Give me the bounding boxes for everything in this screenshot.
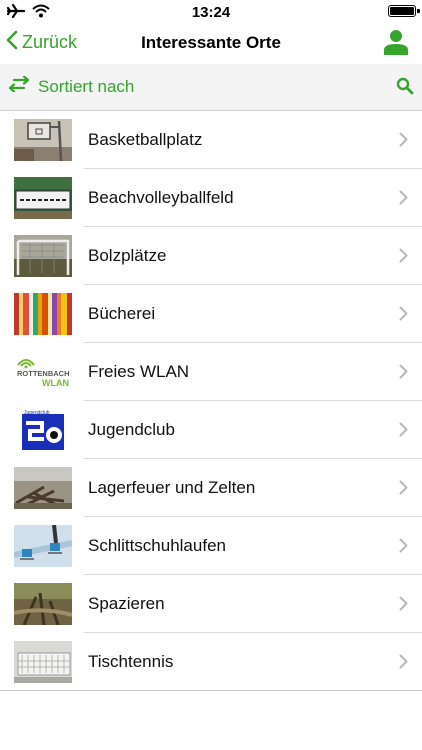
list-item[interactable]: Tischtennis <box>0 633 422 691</box>
list-item-label: Spazieren <box>88 594 165 613</box>
status-icons-left <box>6 3 50 23</box>
svg-text:ROTTENBACH: ROTTENBACH <box>17 369 70 378</box>
sort-bar: Sortiert nach <box>0 64 422 111</box>
chevron-right-icon <box>399 364 408 384</box>
list-item-label: Bücherei <box>88 304 156 323</box>
wlan-logo-thumbnail: ROTTENBACH WLAN <box>14 351 72 393</box>
chevron-right-icon <box>399 132 408 152</box>
beach-volleyball-thumbnail <box>14 177 72 219</box>
page-title: Interessante Orte <box>141 33 281 52</box>
ice-skating-thumbnail <box>14 525 72 567</box>
list-item-label: Basketballplatz <box>88 130 203 149</box>
chevron-right-icon <box>399 248 408 268</box>
chevron-right-icon <box>399 480 408 500</box>
list-item[interactable]: Beachvolleyballfeld <box>0 169 422 227</box>
list-item-label: Bolzplätze <box>88 246 167 265</box>
list-item[interactable]: Basketballplatz <box>0 111 422 169</box>
search-button[interactable] <box>396 77 414 100</box>
football-goal-thumbnail <box>14 235 72 277</box>
forest-path-thumbnail <box>14 583 72 625</box>
list-item[interactable]: Jugendclub Jugendclub <box>0 401 422 459</box>
chevron-right-icon <box>399 422 408 442</box>
wifi-icon <box>32 4 50 22</box>
sort-button-label: Sortiert nach <box>38 76 135 96</box>
list-item-label: Tischtennis <box>88 652 174 671</box>
svg-text:Jugendclub: Jugendclub <box>24 410 50 416</box>
basketball-court-thumbnail <box>14 119 72 161</box>
battery-icon <box>388 5 420 17</box>
status-time: 13:24 <box>191 3 231 21</box>
list-item[interactable]: Bücherei <box>0 285 422 343</box>
list-item-label: Schlittschuhlaufen <box>88 536 226 555</box>
jugendclub-logo-thumbnail: Jugendclub <box>14 409 72 451</box>
svg-text:WLAN: WLAN <box>42 378 69 388</box>
list-item[interactable]: Lagerfeuer und Zelten <box>0 459 422 517</box>
status-bar: 13:24 <box>0 0 422 24</box>
list-item-label: Jugendclub <box>88 420 175 439</box>
places-list: Basketballplatz Beachvolleyballfeld Bolz… <box>0 111 422 691</box>
airplane-mode-icon <box>6 3 26 23</box>
campfire-thumbnail <box>14 467 72 509</box>
list-item[interactable]: Bolzplätze <box>0 227 422 285</box>
list-item[interactable]: ROTTENBACH WLAN Freies WLAN <box>0 343 422 401</box>
chevron-right-icon <box>399 654 408 674</box>
chevron-right-icon <box>399 306 408 326</box>
chevron-right-icon <box>399 596 408 616</box>
list-item[interactable]: Spazieren <box>0 575 422 633</box>
navigation-bar: Zurück Interessante Orte <box>0 24 422 64</box>
sort-button[interactable]: Sortiert nach <box>8 75 135 97</box>
user-icon <box>384 30 408 59</box>
swap-arrows-icon <box>8 75 30 97</box>
list-item-label: Freies WLAN <box>88 362 190 381</box>
bookshelf-thumbnail <box>14 293 72 335</box>
list-item-label: Lagerfeuer und Zelten <box>88 478 256 497</box>
search-icon <box>396 77 414 99</box>
chevron-right-icon <box>399 538 408 558</box>
list-item[interactable]: Schlittschuhlaufen <box>0 517 422 575</box>
user-profile-button[interactable] <box>384 29 408 60</box>
table-tennis-thumbnail <box>14 641 72 683</box>
list-item-label: Beachvolleyballfeld <box>88 188 234 207</box>
chevron-right-icon <box>399 190 408 210</box>
